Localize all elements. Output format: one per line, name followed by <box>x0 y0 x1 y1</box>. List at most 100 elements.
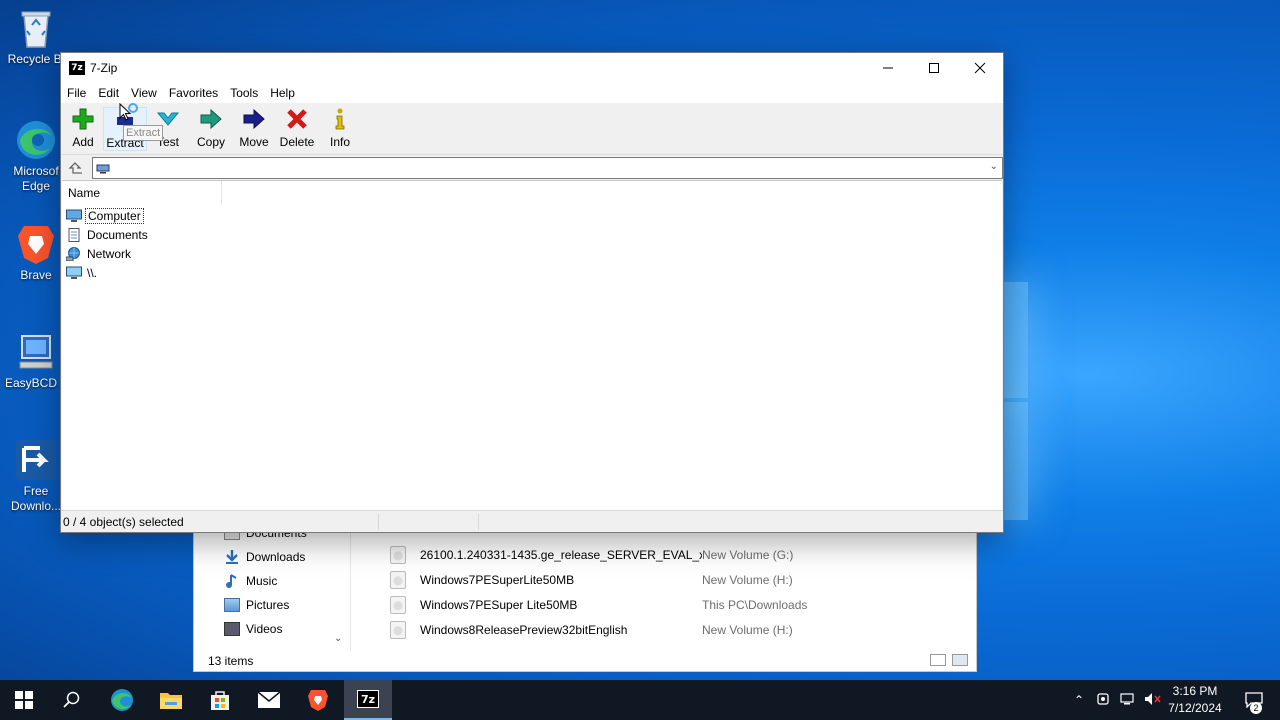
network-tray-icon[interactable] <box>1120 692 1136 709</box>
nav-item-label: Pictures <box>246 598 290 612</box>
brave-icon <box>308 690 328 711</box>
computer-small-icon <box>96 163 110 174</box>
list-item-documents[interactable]: Documents <box>66 225 150 244</box>
taskbar-brave[interactable] <box>294 680 342 720</box>
add-button[interactable]: Add <box>61 107 105 151</box>
nav-item-label: Music <box>246 574 278 588</box>
move-button[interactable]: Move <box>232 107 276 151</box>
list-item-label: \\. <box>87 265 98 280</box>
add-plus-icon <box>71 107 95 131</box>
navigation-pane: Documents Downloads Music Pictures Video… <box>194 521 350 651</box>
info-label: Info <box>329 135 350 149</box>
notification-center-button[interactable] <box>1230 680 1278 720</box>
brave-icon <box>14 222 58 266</box>
7zip-app-icon: 7z <box>69 61 85 75</box>
address-bar: ⌄ <box>61 156 1003 180</box>
list-item-label: Documents <box>87 227 148 242</box>
file-row[interactable]: Windows7PESuper Lite50MB This PC\Downloa… <box>390 594 807 616</box>
file-row[interactable]: 26100.1.240331-1435.ge_release_SERVER_EV… <box>390 544 793 566</box>
nav-item-label: Videos <box>246 622 283 636</box>
chevron-up-icon[interactable]: ⌃ <box>1070 693 1088 707</box>
minimize-icon <box>883 67 893 69</box>
column-header-name[interactable]: Name <box>62 181 222 205</box>
info-button[interactable]: Info <box>318 107 362 151</box>
copy-label: Copy <box>196 135 225 149</box>
menu-edit[interactable]: Edit <box>92 86 125 100</box>
windows-logo-light-lower <box>1002 402 1028 520</box>
notification-count-badge: 2 <box>1250 702 1262 714</box>
file-row[interactable]: Windows7PESuperLite50MB New Volume (H:) <box>390 569 793 591</box>
title-bar[interactable]: 7z 7-Zip <box>61 53 1003 83</box>
file-row[interactable]: Windows8ReleasePreview32bitEnglish New V… <box>390 619 793 641</box>
taskbar-file-explorer[interactable] <box>147 680 195 720</box>
add-label: Add <box>72 135 94 149</box>
close-icon <box>974 62 986 74</box>
delete-button[interactable]: Delete <box>275 107 319 151</box>
move-label: Move <box>239 135 269 149</box>
copy-arrow-icon <box>199 107 223 131</box>
downloads-icon <box>224 550 240 564</box>
maximize-button[interactable] <box>911 53 957 83</box>
copy-button[interactable]: Copy <box>189 107 233 151</box>
free-download-manager-icon <box>14 438 58 482</box>
recycle-bin-icon <box>14 6 58 50</box>
disc-image-icon <box>390 546 406 564</box>
menu-tools[interactable]: Tools <box>224 86 264 100</box>
info-icon <box>328 107 352 131</box>
menu-view[interactable]: View <box>125 86 163 100</box>
chevron-down-icon[interactable]: ⌄ <box>990 161 998 172</box>
selection-status: 0 / 4 object(s) selected <box>61 513 379 530</box>
taskbar-7zip[interactable]: 7z <box>344 680 392 720</box>
list-item-label: Computer <box>85 207 144 224</box>
up-folder-button[interactable] <box>64 158 86 178</box>
nav-item-videos[interactable]: Videos <box>224 619 282 639</box>
7zip-icon: 7z <box>357 690 379 708</box>
menu-bar: File Edit View Favorites Tools Help <box>61 83 1003 103</box>
large-icons-view-icon[interactable] <box>952 654 968 666</box>
nav-item-music[interactable]: Music <box>224 571 277 591</box>
folder-icon <box>160 693 182 709</box>
window-controls <box>865 53 1003 83</box>
file-location: New Volume (H:) <box>702 623 793 637</box>
taskbar-store[interactable] <box>196 680 244 720</box>
list-item-device-path[interactable]: \\. <box>66 263 99 282</box>
minimize-button[interactable] <box>865 53 911 83</box>
start-button[interactable] <box>0 680 48 720</box>
mail-icon <box>257 691 281 708</box>
search-button[interactable] <box>48 680 96 720</box>
taskbar: 7z ⌃ 3:16 PM 7/12/2024 2 <box>0 680 1280 720</box>
view-toggle-group <box>930 654 968 666</box>
taskbar-edge[interactable] <box>98 680 146 720</box>
file-name: Windows7PESuper Lite50MB <box>420 598 578 612</box>
menu-file[interactable]: File <box>61 86 92 100</box>
maximize-icon <box>929 63 939 73</box>
disc-image-icon <box>390 596 406 614</box>
monitor-icon <box>66 266 82 280</box>
nav-item-pictures[interactable]: Pictures <box>224 595 289 615</box>
windows-logo-light <box>1002 282 1028 398</box>
search-icon <box>63 691 80 708</box>
file-location: New Volume (G:) <box>702 548 794 562</box>
taskbar-clock[interactable]: 3:16 PM 7/12/2024 <box>1160 683 1230 717</box>
pictures-icon <box>224 598 240 612</box>
mouse-cursor-icon <box>119 102 143 128</box>
network-icon <box>65 246 82 261</box>
nav-item-downloads[interactable]: Downloads <box>224 547 305 567</box>
menu-favorites[interactable]: Favorites <box>163 86 224 100</box>
disc-image-icon <box>390 571 406 589</box>
path-input[interactable]: ⌄ <box>92 157 1003 179</box>
window-title: 7-Zip <box>90 61 118 75</box>
computer-icon <box>66 209 82 223</box>
list-item-label: Network <box>87 246 132 261</box>
list-item-network[interactable]: Network <box>65 244 133 263</box>
details-view-icon[interactable] <box>930 654 946 666</box>
list-item-computer[interactable]: Computer <box>66 206 144 225</box>
menu-help[interactable]: Help <box>264 86 301 100</box>
delete-x-icon <box>285 107 309 131</box>
meet-now-icon[interactable] <box>1096 692 1110 709</box>
close-button[interactable] <box>957 53 1003 83</box>
taskbar-mail[interactable] <box>245 680 293 720</box>
desktop-background: Recycle Bi Microsof Edge Brave EasyBCD 2… <box>0 0 1280 680</box>
chevron-down-icon[interactable]: ⌄ <box>334 633 342 644</box>
file-name: Windows8ReleasePreview32bitEnglish <box>420 623 628 637</box>
